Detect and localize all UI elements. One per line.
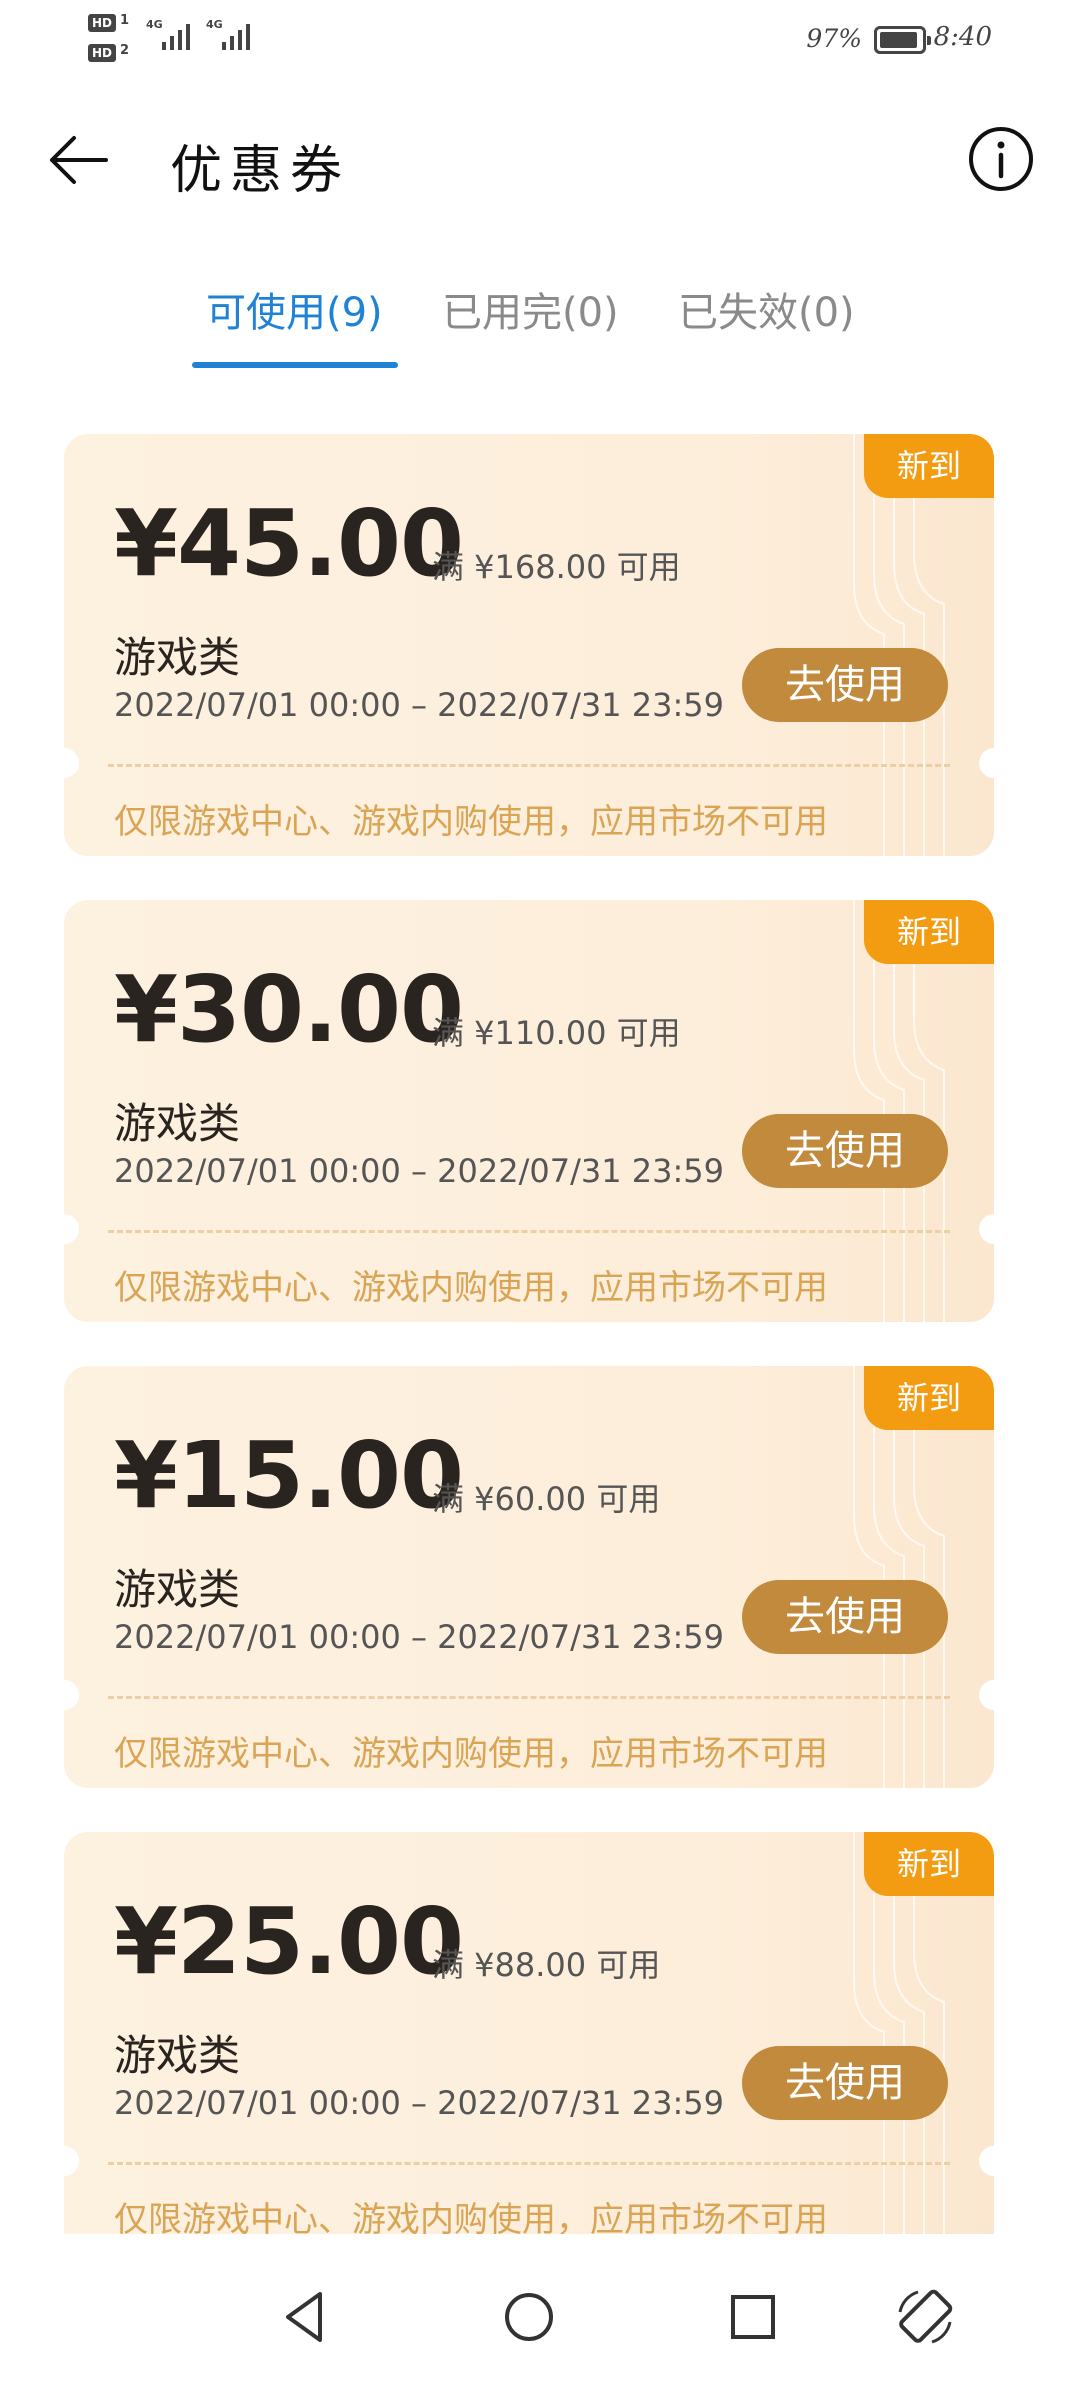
tab-expired[interactable]: 已失效(0) [678, 280, 855, 338]
coupon-condition: 满 ¥60.00 可用 [432, 1480, 661, 1518]
recents-square-icon [731, 2295, 775, 2339]
coupon-validity-period: 2022/07/01 00:00 – 2022/07/31 23:59 [114, 1618, 724, 1656]
coupon-validity-period: 2022/07/01 00:00 – 2022/07/31 23:59 [114, 2084, 724, 2122]
home-circle-icon [505, 2293, 553, 2341]
coupon-category: 游戏类 [114, 2031, 241, 2080]
active-tab-indicator [192, 362, 398, 368]
coupon-restriction: 仅限游戏中心、游戏内购使用，应用市场不可用 [114, 1268, 828, 1308]
coupon-card: 新到 ¥15.00 满 ¥60.00 可用 游戏类 2022/07/01 00:… [64, 1366, 994, 1788]
sim2-number: 2 [120, 43, 130, 58]
divider [108, 1230, 950, 1233]
new-badge: 新到 [864, 1366, 994, 1430]
nav-back-button[interactable] [270, 2282, 340, 2352]
rotate-screen-icon [898, 2289, 953, 2344]
back-arrow-icon [50, 136, 108, 184]
coupon-list[interactable]: 新到 ¥45.00 满 ¥168.00 可用 游戏类 2022/07/01 00… [0, 434, 1080, 2234]
coupon-condition: 满 ¥110.00 可用 [432, 1014, 681, 1052]
coupon-card: 新到 ¥25.00 满 ¥88.00 可用 游戏类 2022/07/01 00:… [64, 1832, 994, 2234]
tab-available[interactable]: 可使用(9) [206, 280, 383, 338]
clock: 8:40 [933, 22, 992, 52]
nav-home-button[interactable] [494, 2282, 564, 2352]
info-button[interactable] [966, 124, 1036, 194]
sim1-number: 1 [120, 13, 130, 28]
divider [108, 1696, 950, 1699]
status-bar: HD 1 HD 2 4G 4G 97% 8:40 [0, 0, 1080, 80]
use-coupon-button[interactable]: 去使用 [742, 648, 948, 722]
nav-rotate-button[interactable] [890, 2282, 960, 2352]
coupon-amount: ¥25.00 [114, 1888, 464, 1995]
use-coupon-button[interactable]: 去使用 [742, 1114, 948, 1188]
coupon-amount: ¥45.00 [114, 490, 464, 597]
coupon-category: 游戏类 [114, 1565, 241, 1614]
coupon-restriction: 仅限游戏中心、游戏内购使用，应用市场不可用 [114, 1734, 828, 1774]
sim-indicators: HD 1 HD 2 4G 4G [88, 13, 268, 66]
coupon-amount: ¥15.00 [114, 1422, 464, 1529]
app-bar: 优惠券 [0, 110, 1080, 210]
new-badge: 新到 [864, 900, 994, 964]
info-icon [969, 127, 1033, 191]
coupon-validity-period: 2022/07/01 00:00 – 2022/07/31 23:59 [114, 686, 724, 724]
tab-used-up[interactable]: 已用完(0) [442, 280, 619, 338]
coupon-restriction: 仅限游戏中心、游戏内购使用，应用市场不可用 [114, 2200, 828, 2234]
sim2-hd-badge: HD [88, 44, 116, 62]
use-coupon-button[interactable]: 去使用 [742, 1580, 948, 1654]
coupon-validity-period: 2022/07/01 00:00 – 2022/07/31 23:59 [114, 1152, 724, 1190]
coupon-category: 游戏类 [114, 1099, 241, 1148]
coupon-card: 新到 ¥30.00 满 ¥110.00 可用 游戏类 2022/07/01 00… [64, 900, 994, 1322]
coupon-condition: 满 ¥88.00 可用 [432, 1946, 661, 1984]
sim1-hd-badge: HD [88, 14, 116, 32]
coupon-card: 新到 ¥45.00 满 ¥168.00 可用 游戏类 2022/07/01 00… [64, 434, 994, 856]
system-navigation-bar [0, 2236, 1080, 2400]
back-triangle-icon [286, 2292, 322, 2342]
coupon-amount: ¥30.00 [114, 956, 464, 1063]
new-badge: 新到 [864, 434, 994, 498]
page-title: 优惠券 [170, 141, 351, 201]
divider [108, 2162, 950, 2165]
status-right: 97% 8:40 [672, 22, 992, 58]
battery-percent: 97% [806, 24, 862, 53]
back-button[interactable] [40, 128, 120, 192]
coupon-condition: 满 ¥168.00 可用 [432, 548, 681, 586]
tab-bar: 可使用(9) 已用完(0) 已失效(0) [0, 270, 1080, 380]
new-badge: 新到 [864, 1832, 994, 1896]
nav-recents-button[interactable] [718, 2282, 788, 2352]
coupon-category: 游戏类 [114, 633, 241, 682]
use-coupon-button[interactable]: 去使用 [742, 2046, 948, 2120]
battery-icon [874, 26, 931, 54]
coupon-restriction: 仅限游戏中心、游戏内购使用，应用市场不可用 [114, 802, 828, 842]
divider [108, 764, 950, 767]
